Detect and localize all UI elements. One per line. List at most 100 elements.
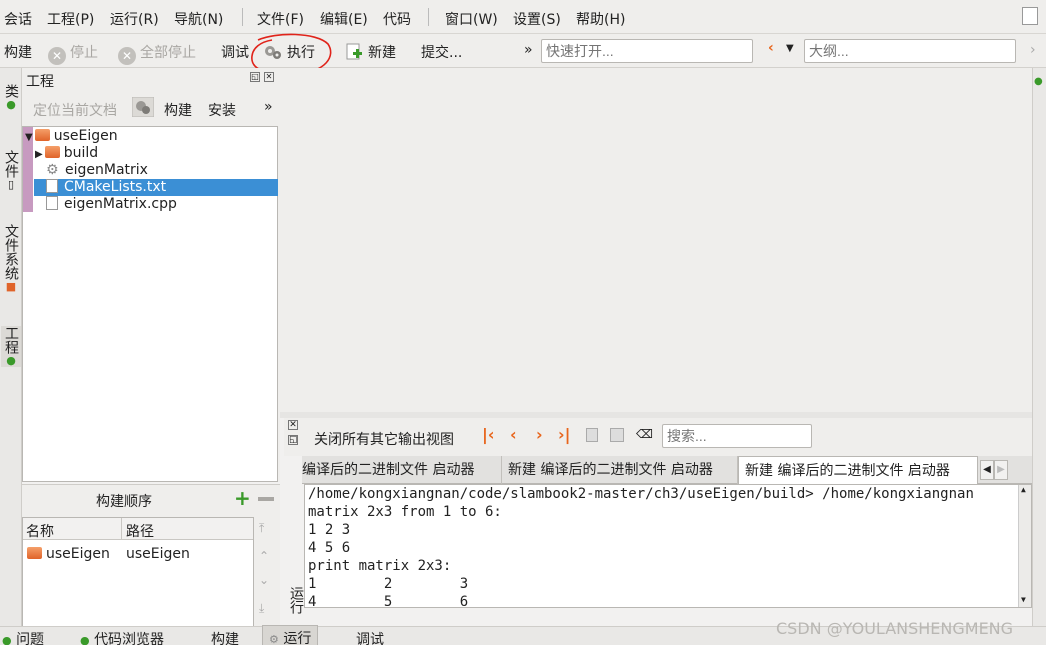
vertical-scrollbar[interactable]: ▲ ▼: [1018, 485, 1031, 607]
text-file-icon: [46, 179, 58, 193]
project-tree: ▼ useEigen ▶ build ⚙ eigenMatrix CMakeLists…: [22, 126, 278, 482]
table-row[interactable]: useEigen useEigen: [23, 545, 253, 563]
column-divider: [121, 518, 122, 540]
scroll-down-icon[interactable]: ▼: [1021, 595, 1026, 604]
tab-launcher-2[interactable]: 新建 编译后的二进制文件 启动器: [502, 456, 738, 484]
quick-open-input[interactable]: [541, 39, 753, 63]
tab-classes[interactable]: 类●: [1, 84, 21, 111]
menu-window[interactable]: 窗口(W): [445, 9, 498, 29]
build-gear-icon[interactable]: [132, 97, 154, 117]
output-toolbar: ✕ ◱ 关闭所有其它输出视图 |‹ ‹ › ›| ⌫: [284, 418, 1032, 456]
locate-current-document-button[interactable]: 定位当前文档: [33, 100, 117, 120]
right-sidebar-tabs: ●: [1032, 68, 1046, 628]
tree-item-eigenmatrix[interactable]: ⚙ eigenMatrix: [46, 162, 277, 179]
menu-edit[interactable]: 编辑(E): [320, 9, 368, 29]
document-icon[interactable]: [1022, 7, 1038, 25]
move-top-icon[interactable]: ⤒: [259, 521, 264, 536]
menu-code[interactable]: 代码: [383, 9, 411, 29]
stop-all-button[interactable]: ✕ 全部停止: [118, 42, 196, 65]
watermark: CSDN @YOULANSHENGMENG: [776, 619, 1014, 638]
tab-scroll-left-icon[interactable]: ◀: [980, 460, 994, 480]
menu-file[interactable]: 文件(F): [257, 9, 304, 29]
back-arrow-icon[interactable]: ‹: [768, 40, 774, 56]
folder-icon: [44, 146, 60, 158]
tab-projects-label: 工程: [3, 326, 19, 354]
tree-item-useeigen[interactable]: ▼ useEigen: [25, 128, 277, 145]
float-output-icon[interactable]: ◱: [288, 435, 298, 445]
scroll-up-icon[interactable]: ▲: [1021, 485, 1026, 494]
bottom-tab-run[interactable]: ⚙ 运行: [262, 625, 319, 645]
build-order-table: 名称 路径 useEigen useEigen: [22, 517, 254, 627]
build-button[interactable]: 构建: [4, 42, 32, 62]
copy-icon[interactable]: [586, 428, 598, 442]
debug-button[interactable]: 调试: [221, 42, 249, 62]
menu-separator: [428, 8, 429, 26]
remove-icon[interactable]: [258, 497, 274, 501]
project-panel: 工程 ◱ ✕ 定位当前文档 构建 安装 » ▼ useEigen ▶ build ⚙…: [22, 68, 280, 482]
add-icon[interactable]: +: [234, 486, 251, 510]
move-up-icon[interactable]: ⌃: [259, 549, 269, 563]
tab-launcher-3[interactable]: 新建 编译后的二进制文件 启动器: [738, 456, 978, 484]
project-overflow-button[interactable]: »: [264, 99, 273, 115]
tab-filesystem[interactable]: 文件系统■: [1, 224, 21, 293]
col-name-header[interactable]: 名称: [26, 521, 54, 541]
tree-item-cmakelists[interactable]: CMakeLists.txt: [34, 179, 278, 196]
output-line: 1 2 3: [308, 522, 351, 538]
menu-project[interactable]: 工程(P): [47, 9, 94, 29]
bottom-tab-code-browser[interactable]: ● 代码浏览器: [80, 629, 164, 645]
menu-settings[interactable]: 设置(S): [513, 9, 561, 29]
select-all-icon[interactable]: [610, 428, 624, 442]
move-bottom-icon[interactable]: ⤓: [259, 601, 264, 616]
run-gear-icon: ⚙: [269, 633, 279, 645]
next-icon[interactable]: ›: [536, 425, 543, 444]
new-button[interactable]: 新建: [344, 42, 396, 62]
outline-input[interactable]: [804, 39, 1016, 63]
project-icon: ●: [6, 354, 16, 367]
bottom-tab-build[interactable]: 构建: [211, 629, 239, 645]
target-gear-icon: ⚙: [46, 162, 59, 178]
col-path-header[interactable]: 路径: [126, 521, 154, 541]
stop-label: 停止: [70, 45, 98, 61]
menu-help[interactable]: 帮助(H): [576, 9, 625, 29]
close-output-icon[interactable]: ✕: [288, 420, 298, 430]
tab-projects[interactable]: 工程●: [1, 326, 21, 367]
tab-files[interactable]: 文件▯: [1, 150, 21, 191]
commit-button[interactable]: 提交...: [421, 42, 462, 62]
close-icon[interactable]: ✕: [264, 72, 274, 82]
output-search-input[interactable]: [662, 424, 812, 448]
menu-run[interactable]: 运行(R): [110, 9, 159, 29]
float-icon[interactable]: ◱: [250, 72, 260, 82]
tree-item-label: CMakeLists.txt: [64, 179, 167, 195]
last-icon[interactable]: ›|: [558, 425, 570, 444]
run-output-console[interactable]: /home/kongxiangnan/code/slambook2-master…: [304, 484, 1032, 608]
tab-files-label: 文件: [3, 150, 19, 178]
editor-area[interactable]: [280, 68, 1032, 413]
project-build-button[interactable]: 构建: [164, 100, 192, 120]
chevron-down-icon[interactable]: ▼: [786, 43, 794, 54]
run-output-side-label: 运行: [288, 586, 304, 614]
first-icon[interactable]: |‹: [482, 425, 494, 444]
close-other-outputs-button[interactable]: 关闭所有其它输出视图: [314, 429, 454, 449]
right-tab-icon[interactable]: ●: [1034, 76, 1043, 87]
move-down-icon[interactable]: ⌄: [259, 573, 269, 587]
chevron-right-icon[interactable]: ›: [1030, 42, 1036, 58]
tree-item-eigenmatrix-cpp[interactable]: eigenMatrix.cpp: [46, 196, 277, 213]
stop-button[interactable]: ✕ 停止: [48, 42, 98, 65]
menu-navigate[interactable]: 导航(N): [174, 9, 223, 29]
previous-icon[interactable]: ‹: [510, 425, 517, 444]
tree-item-build[interactable]: ▶ build: [35, 145, 277, 162]
clear-icon[interactable]: ⌫: [636, 427, 653, 441]
new-label: 新建: [368, 45, 396, 61]
tab-launcher-1[interactable]: 编译后的二进制文件 启动器: [302, 456, 502, 484]
folder-icon: [34, 129, 50, 141]
bottom-tab-issues[interactable]: ● 问题: [2, 629, 44, 645]
project-install-button[interactable]: 安装: [208, 100, 236, 120]
bottom-tab-debug[interactable]: 调试: [356, 629, 384, 645]
folder-icon: ■: [5, 280, 17, 293]
toolbar-overflow-button[interactable]: »: [524, 42, 533, 58]
menu-session[interactable]: 会话: [4, 9, 32, 29]
tab-scroll-right-icon[interactable]: ▶: [994, 460, 1008, 480]
output-tabs: 编译后的二进制文件 启动器 新建 编译后的二进制文件 启动器 新建 编译后的二进…: [302, 456, 1032, 484]
output-line: 4 5 6: [308, 540, 351, 556]
bottom-tab-issues-label: 问题: [16, 632, 45, 645]
